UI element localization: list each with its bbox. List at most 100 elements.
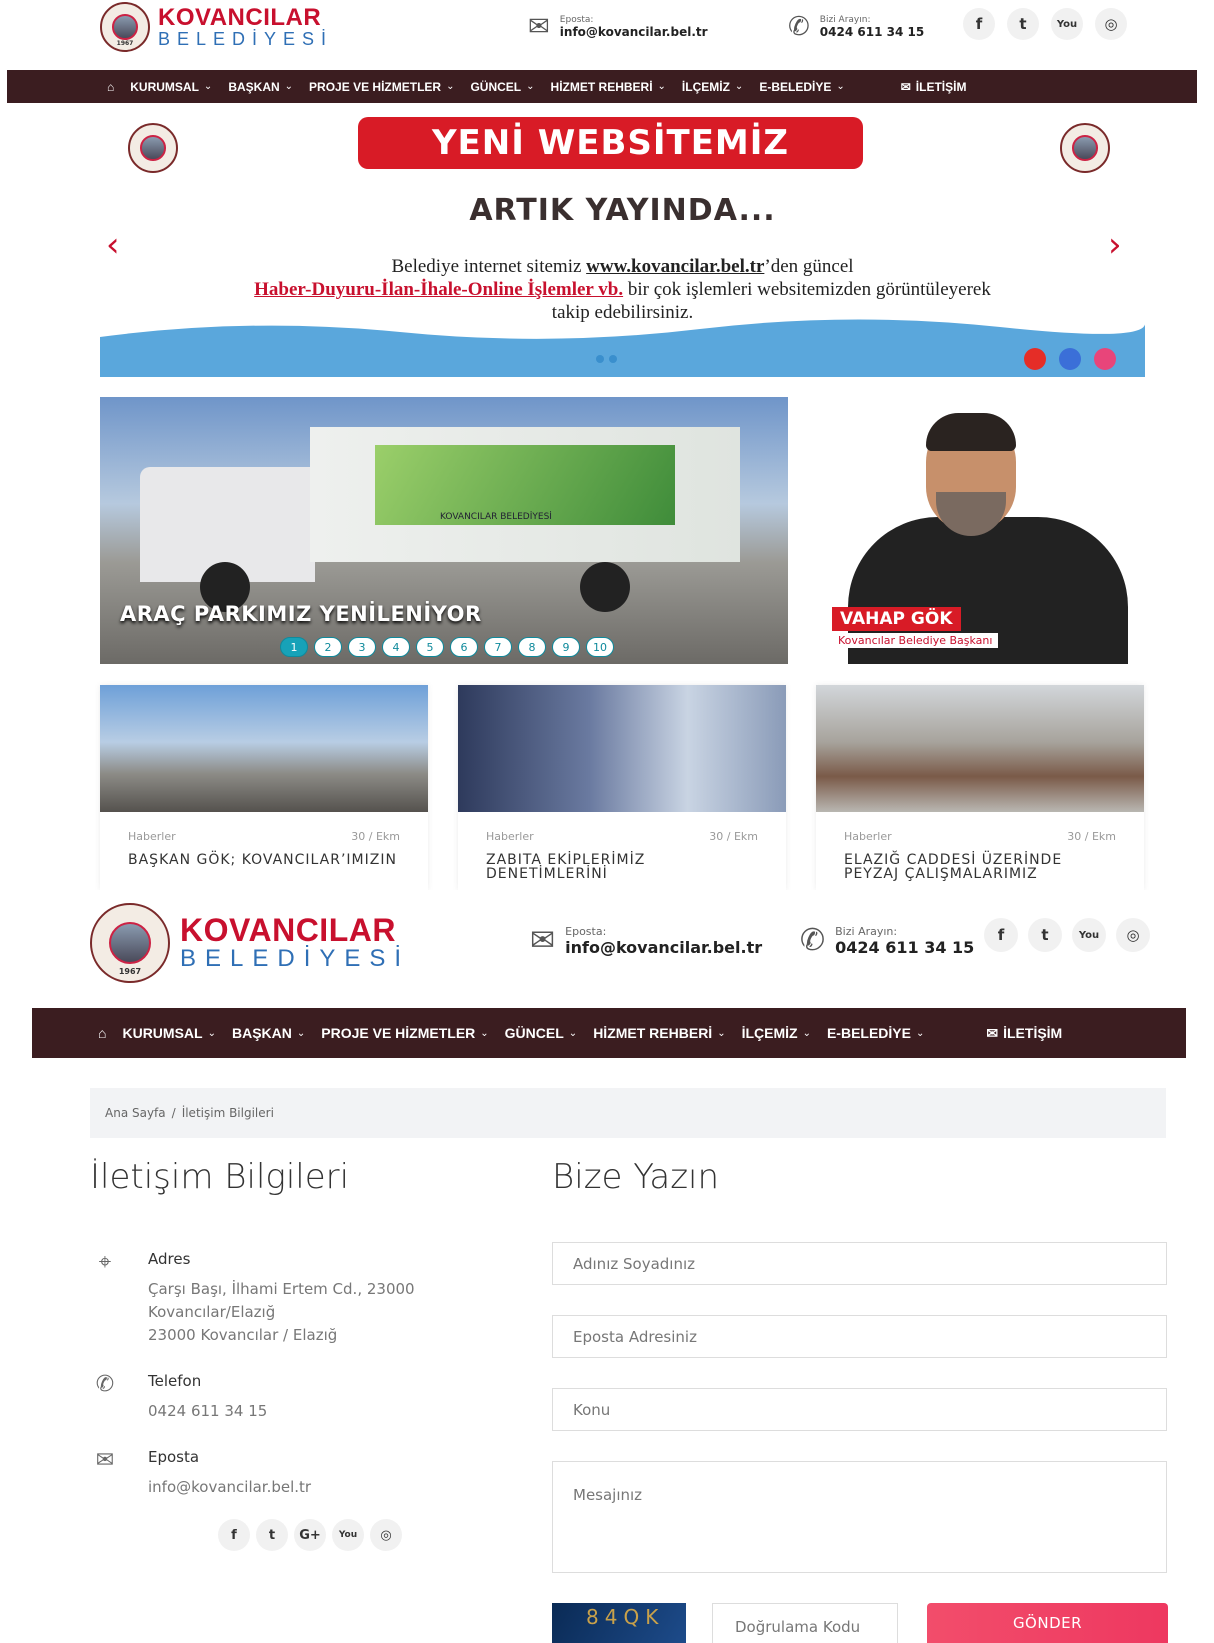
main-nav-preview: ⌂ KURUMSAL ⌄ BAŞKAN ⌄ PROJE VE HİZMETLER ⌄ … <box>7 70 1197 103</box>
mayor-name: VAHAP GÖK <box>832 607 961 631</box>
nav-guncel[interactable]: GÜNCEL ⌄ <box>470 80 534 94</box>
nav-ilcemiz[interactable]: İLÇEMİZ ⌄ <box>682 80 743 94</box>
facebook-icon[interactable]: f <box>984 918 1018 952</box>
envelope-icon: ✉ <box>95 1448 115 1473</box>
brand-name: KOVANCILAR <box>180 912 396 948</box>
email-block: ✉ Eposta info@kovancilar.bel.tr <box>90 1448 311 1499</box>
slider-page-9[interactable]: 9 <box>552 637 580 657</box>
nav-baskan[interactable]: BAŞKAN ⌄ <box>228 80 293 94</box>
nav-hizmet-rehberi[interactable]: HİZMET REHBERİ ⌄ <box>593 1025 725 1041</box>
breadcrumb-home[interactable]: Ana Sayfa <box>105 1106 166 1120</box>
breadcrumb-current: İletişim Bilgileri <box>181 1106 274 1120</box>
banner-headline: YENİ WEBSİTEMİZ <box>358 117 863 169</box>
slide-caption: ARAÇ PARKIMIZ YENİLENİYOR <box>120 602 482 626</box>
news-card[interactable]: Haberler 30 / Ekm ZABITA EKİPLERİMİZ DENE… <box>458 685 786 890</box>
mail-icon: ✉ <box>986 1024 999 1041</box>
banner-subheadline: ARTIK YAYINDA... <box>469 193 776 228</box>
news-cards: Haberler 30 / Ekm BAŞKAN GÖK; KOVANCILAR’… <box>100 685 1145 890</box>
send-button[interactable]: GÖNDER <box>927 1603 1168 1643</box>
brand-sub: BELEDİYESİ <box>180 945 411 972</box>
nav-e-belediye[interactable]: E-BELEDİYE ⌄ <box>827 1025 924 1041</box>
brand-sub: BELEDİYESİ <box>158 29 334 49</box>
captcha-image: 84QK <box>552 1603 686 1643</box>
news-card[interactable]: Haberler 30 / Ekm ELAZIĞ CADDESİ ÜZERİNDE… <box>816 685 1144 890</box>
email-link[interactable]: info@kovancilar.bel.tr <box>148 1476 311 1499</box>
contact-form-heading: Bize Yazın <box>552 1157 720 1197</box>
header-social: f t You ◎ <box>963 8 1127 40</box>
truck-image: KOVANCILAR BELEDİYESİ <box>140 427 740 612</box>
instagram-icon[interactable]: ◎ <box>1095 8 1127 40</box>
location-pin-icon: ⌖ <box>98 1250 112 1275</box>
banner-wave <box>100 319 1145 377</box>
slider-page-2[interactable]: 2 <box>314 637 342 657</box>
header-email[interactable]: ✉ Eposta: info@kovancilar.bel.tr <box>528 12 708 42</box>
twitter-icon[interactable]: t <box>1007 8 1039 40</box>
banner-next-arrow[interactable]: › <box>1108 228 1122 262</box>
slider-page-10[interactable]: 10 <box>586 637 614 657</box>
nav-e-belediye[interactable]: E-BELEDİYE ⌄ <box>759 80 844 94</box>
nav-hizmet-rehberi[interactable]: HİZMET REHBERİ ⌄ <box>551 80 666 94</box>
facebook-icon[interactable]: f <box>218 1519 250 1551</box>
address-block: ⌖ Adres Çarşı Başı, İlhami Ertem Cd., 23… <box>90 1250 415 1347</box>
header-phone[interactable]: ✆ Bizi Arayın: 0424 611 34 15 <box>788 12 924 42</box>
envelope-icon: ✉ <box>530 923 556 958</box>
facebook-icon[interactable]: f <box>963 8 995 40</box>
header-email[interactable]: ✉ Eposta: info@kovancilar.bel.tr <box>530 923 762 958</box>
seal-right <box>1060 123 1110 173</box>
twitter-icon[interactable]: t <box>256 1519 288 1551</box>
email-input[interactable]: Eposta Adresiniz <box>552 1315 1167 1358</box>
news-title: ZABITA EKİPLERİMİZ DENETİMLERİNİ <box>486 852 646 882</box>
phone-icon: ✆ <box>95 1372 115 1397</box>
slider-page-5[interactable]: 5 <box>416 637 444 657</box>
news-image <box>458 685 786 812</box>
nav-iletisim[interactable]: ✉ İLETİŞİM <box>986 1025 1062 1042</box>
main-nav: ⌂ KURUMSAL ⌄ BAŞKAN ⌄ PROJE VE HİZMETLER ⌄ … <box>32 1008 1186 1058</box>
nav-iletisim[interactable]: ✉ İLETİŞİM <box>901 80 967 94</box>
mayor-title: Kovancılar Belediye Başkanı <box>832 633 999 648</box>
brand-name: KOVANCILAR <box>158 4 322 31</box>
google-plus-icon[interactable]: G+ <box>294 1519 326 1551</box>
mayor-card[interactable]: VAHAP GÖK Kovancılar Belediye Başkanı <box>808 397 1145 664</box>
seal-left <box>128 123 178 173</box>
youtube-icon[interactable]: You <box>1072 918 1106 952</box>
home-icon[interactable]: ⌂ <box>107 80 114 94</box>
news-image <box>816 685 1144 812</box>
instagram-icon[interactable]: ◎ <box>370 1519 402 1551</box>
youtube-icon[interactable]: You <box>332 1519 364 1551</box>
twitter-icon[interactable]: t <box>1028 918 1062 952</box>
slider-page-7[interactable]: 7 <box>484 637 512 657</box>
mail-icon: ✉ <box>900 79 911 94</box>
instagram-icon[interactable]: ◎ <box>1116 918 1150 952</box>
nav-proje[interactable]: PROJE VE HİZMETLER ⌄ <box>309 80 454 94</box>
header-phone[interactable]: ✆ Bizi Arayın: 0424 611 34 15 <box>800 923 974 958</box>
nav-kurumsal[interactable]: KURUMSAL ⌄ <box>130 80 212 94</box>
site-logo[interactable]: 1967 KOVANCILAR BELEDİYESİ <box>100 2 333 52</box>
slider-page-8[interactable]: 8 <box>518 637 546 657</box>
breadcrumb: Ana Sayfa / İletişim Bilgileri <box>90 1088 1166 1138</box>
news-slider[interactable]: KOVANCILAR BELEDİYESİ ARAÇ PARKIMIZ YENİ… <box>100 397 788 664</box>
nav-proje[interactable]: PROJE VE HİZMETLER ⌄ <box>321 1025 488 1041</box>
news-card[interactable]: Haberler 30 / Ekm BAŞKAN GÖK; KOVANCILAR’… <box>100 685 428 890</box>
home-icon[interactable]: ⌂ <box>98 1025 106 1041</box>
verification-code-input[interactable]: Doğrulama Kodu <box>712 1603 898 1643</box>
slider-page-4[interactable]: 4 <box>382 637 410 657</box>
slider-page-1[interactable]: 1 <box>280 637 308 657</box>
subject-input[interactable]: Konu <box>552 1388 1167 1431</box>
phone-icon: ✆ <box>788 12 810 42</box>
banner-text: Belediye internet sitemiz www.kovancilar… <box>254 256 991 323</box>
nav-guncel[interactable]: GÜNCEL ⌄ <box>505 1025 578 1041</box>
banner-prev-arrow[interactable]: ‹ <box>106 228 120 262</box>
nav-kurumsal[interactable]: KURUMSAL ⌄ <box>122 1025 216 1041</box>
nav-ilcemiz[interactable]: İLÇEMİZ ⌄ <box>742 1025 811 1041</box>
site-logo[interactable]: 1967 KOVANCILAR BELEDİYESİ <box>90 903 410 983</box>
phone-block: ✆ Telefon 0424 611 34 15 <box>90 1372 268 1423</box>
nav-baskan[interactable]: BAŞKAN ⌄ <box>232 1025 305 1041</box>
youtube-icon[interactable]: You <box>1051 8 1083 40</box>
name-input[interactable]: Adınız Soyadınız <box>552 1242 1167 1285</box>
news-title: BAŞKAN GÖK; KOVANCILAR’IMIZIN <box>128 852 397 868</box>
phone-link[interactable]: 0424 611 34 15 <box>148 1400 267 1423</box>
slider-page-3[interactable]: 3 <box>348 637 376 657</box>
municipality-seal: 1967 <box>90 903 170 983</box>
message-textarea[interactable]: Mesajınız <box>552 1461 1167 1573</box>
slider-page-6[interactable]: 6 <box>450 637 478 657</box>
